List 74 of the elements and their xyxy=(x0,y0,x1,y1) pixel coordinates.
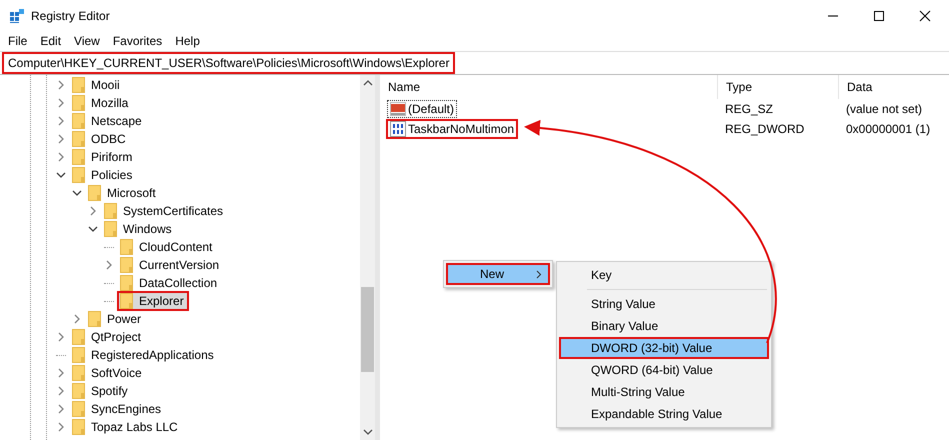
folder-icon xyxy=(72,113,85,129)
menu-item[interactable]: Multi-String Value xyxy=(559,381,769,403)
folder-icon xyxy=(120,275,133,291)
menu-item[interactable]: File xyxy=(3,34,32,48)
tree-item[interactable]: RegisteredApplications xyxy=(69,345,219,365)
folder-icon xyxy=(72,77,85,93)
menu-item[interactable]: Help xyxy=(170,34,205,48)
chevron-icon xyxy=(536,270,542,278)
folder-icon xyxy=(72,95,85,111)
tree-item[interactable]: Windows xyxy=(101,219,177,239)
folder-icon xyxy=(120,257,133,273)
column-header[interactable]: Name xyxy=(380,75,717,99)
menu-item[interactable]: Key xyxy=(559,264,769,286)
binary-value-icon xyxy=(390,120,406,136)
tree-item[interactable]: Piriform xyxy=(69,147,138,167)
menu-item[interactable]: DWORD (32-bit) Value xyxy=(559,337,769,359)
tree-item[interactable]: Policies xyxy=(69,165,138,185)
menu-item[interactable]: Binary Value xyxy=(559,315,769,337)
column-header[interactable]: Data xyxy=(838,75,949,99)
string-value-icon xyxy=(390,100,406,116)
tree-item[interactable]: ODBC xyxy=(69,129,131,149)
app-icon xyxy=(9,8,25,24)
menu-item[interactable]: Favorites xyxy=(108,34,168,48)
folder-icon xyxy=(72,383,85,399)
menu-item[interactable]: View xyxy=(69,34,105,48)
folder-icon xyxy=(88,311,101,327)
value-data: (value not set) xyxy=(845,102,924,116)
value-data: 0x00000001 (1) xyxy=(845,122,932,136)
value-type: REG_DWORD xyxy=(724,122,806,136)
tree-item[interactable]: DataCollection xyxy=(117,273,222,293)
tree-item[interactable]: Microsoft xyxy=(85,183,161,203)
menu-item[interactable]: String Value xyxy=(559,293,769,315)
folder-icon xyxy=(72,131,85,147)
tree-item[interactable]: Power xyxy=(85,309,146,329)
scroll-bar[interactable] xyxy=(360,75,375,440)
tree-item[interactable]: Netscape xyxy=(69,111,147,131)
value-type: REG_SZ xyxy=(724,102,774,116)
menu-item[interactable]: Expandable String Value xyxy=(559,403,769,425)
folder-icon xyxy=(120,293,133,309)
tree-item[interactable]: Mooii xyxy=(69,75,125,95)
tree-item[interactable]: CurrentVersion xyxy=(117,255,224,275)
value-name[interactable]: (Default) xyxy=(386,98,458,118)
folder-icon xyxy=(88,185,101,201)
folder-icon xyxy=(72,419,85,435)
menu-item[interactable]: Edit xyxy=(35,34,66,48)
folder-icon xyxy=(72,329,85,345)
address-field[interactable]: Computer\HKEY_CURRENT_USER\Software\Policies\Microsoft\Windows\Explorer xyxy=(2,52,456,74)
folder-icon xyxy=(120,239,133,255)
tree-item[interactable]: CloudContent xyxy=(117,237,218,257)
scroll-up-icon[interactable] xyxy=(362,79,372,87)
tree-item[interactable]: Spotify xyxy=(69,381,133,401)
column-header[interactable]: Type xyxy=(717,75,838,99)
scroll-thumb[interactable] xyxy=(361,287,374,372)
folder-icon xyxy=(104,203,117,219)
folder-icon xyxy=(72,401,85,417)
folder-icon xyxy=(72,149,85,165)
scroll-down-icon[interactable] xyxy=(362,428,372,436)
maximize-icon[interactable] xyxy=(873,10,885,22)
tree-item[interactable]: SoftVoice xyxy=(69,363,147,383)
folder-icon xyxy=(72,167,85,183)
tree-item[interactable]: Mozilla xyxy=(69,93,134,113)
tree-item[interactable]: Topaz Labs LLC xyxy=(69,417,183,437)
tree-item[interactable]: SystemCertificates xyxy=(101,201,228,221)
window-title: Registry Editor xyxy=(31,9,110,23)
close-icon[interactable] xyxy=(919,10,931,22)
menu-item[interactable]: New xyxy=(446,263,550,285)
folder-icon xyxy=(72,347,85,363)
tree-item[interactable]: SyncEngines xyxy=(69,399,166,419)
value-name[interactable]: TaskbarNoMultimon xyxy=(386,118,518,138)
folder-icon xyxy=(104,221,117,237)
tree-item[interactable]: QtProject xyxy=(69,327,146,347)
menu-item[interactable]: QWORD (64-bit) Value xyxy=(559,359,769,381)
tree-item[interactable]: Explorer xyxy=(117,291,189,311)
folder-icon xyxy=(72,365,85,381)
